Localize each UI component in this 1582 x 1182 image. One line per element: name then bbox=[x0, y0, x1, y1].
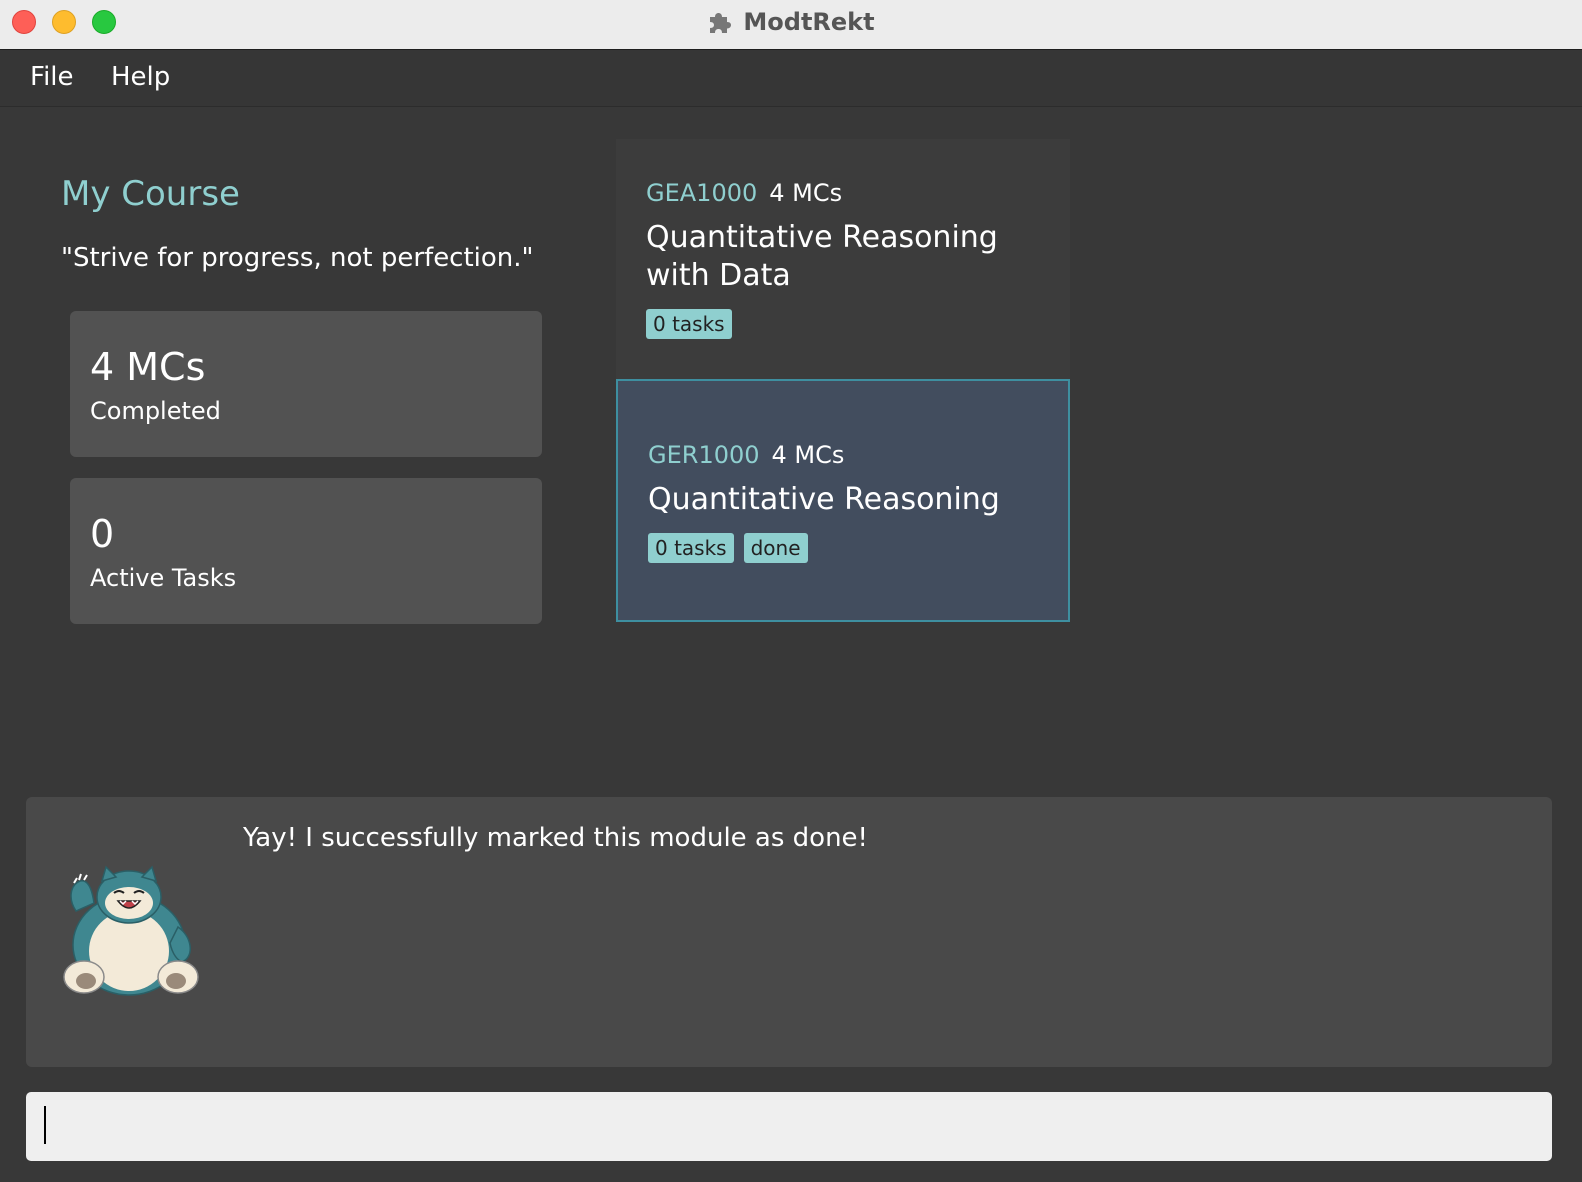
active-tasks-value: 0 bbox=[90, 512, 115, 556]
tasks-count-tag: 0 tasks bbox=[646, 309, 732, 339]
window-title: ModtRekt bbox=[743, 8, 875, 36]
done-tag: done bbox=[743, 533, 808, 563]
module-credits: 4 MCs bbox=[769, 179, 843, 207]
course-quote: "Strive for progress, not perfection." bbox=[61, 243, 534, 273]
puzzle-icon bbox=[710, 13, 732, 33]
menu-bar: File Help bbox=[0, 50, 1582, 107]
text-cursor bbox=[44, 1106, 46, 1144]
course-title: My Course bbox=[61, 174, 240, 214]
module-header: GEA1000 4 MCs bbox=[646, 179, 842, 207]
mcs-completed-value: 4 MCs bbox=[90, 345, 206, 389]
module-name: Quantitative Reasoning bbox=[648, 482, 1000, 517]
module-card[interactable]: GEA1000 4 MCs Quantitative Reasoning wit… bbox=[616, 139, 1070, 379]
module-name: Quantitative Reasoning with Data bbox=[646, 220, 998, 293]
active-tasks-label: Active Tasks bbox=[90, 564, 237, 592]
title-bar: ModtRekt bbox=[0, 0, 1582, 50]
active-tasks-card: 0 Active Tasks bbox=[70, 478, 542, 624]
module-tags: 0 tasks bbox=[646, 309, 732, 339]
mcs-completed-card: 4 MCs Completed bbox=[70, 311, 542, 457]
module-credits: 4 MCs bbox=[771, 441, 845, 469]
result-display: Yay! I successfully marked this module a… bbox=[26, 797, 1552, 1067]
mcs-completed-label: Completed bbox=[90, 397, 221, 425]
app-window: ModtRekt File Help My Course "Strive for… bbox=[0, 0, 1582, 1182]
module-code: GEA1000 bbox=[646, 179, 758, 207]
module-header: GER1000 4 MCs bbox=[648, 441, 844, 469]
module-code: GER1000 bbox=[648, 441, 760, 469]
command-input[interactable] bbox=[26, 1092, 1552, 1161]
snorlax-mascot-icon bbox=[63, 865, 199, 996]
menu-help[interactable]: Help bbox=[111, 62, 170, 92]
result-message: Yay! I successfully marked this module a… bbox=[243, 823, 868, 853]
menu-file[interactable]: File bbox=[30, 62, 74, 92]
tasks-count-tag: 0 tasks bbox=[648, 533, 734, 563]
module-tags: 0 tasks done bbox=[648, 533, 808, 563]
window-title-group: ModtRekt bbox=[0, 0, 1582, 44]
module-card-selected[interactable]: GER1000 4 MCs Quantitative Reasoning 0 t… bbox=[616, 379, 1070, 622]
